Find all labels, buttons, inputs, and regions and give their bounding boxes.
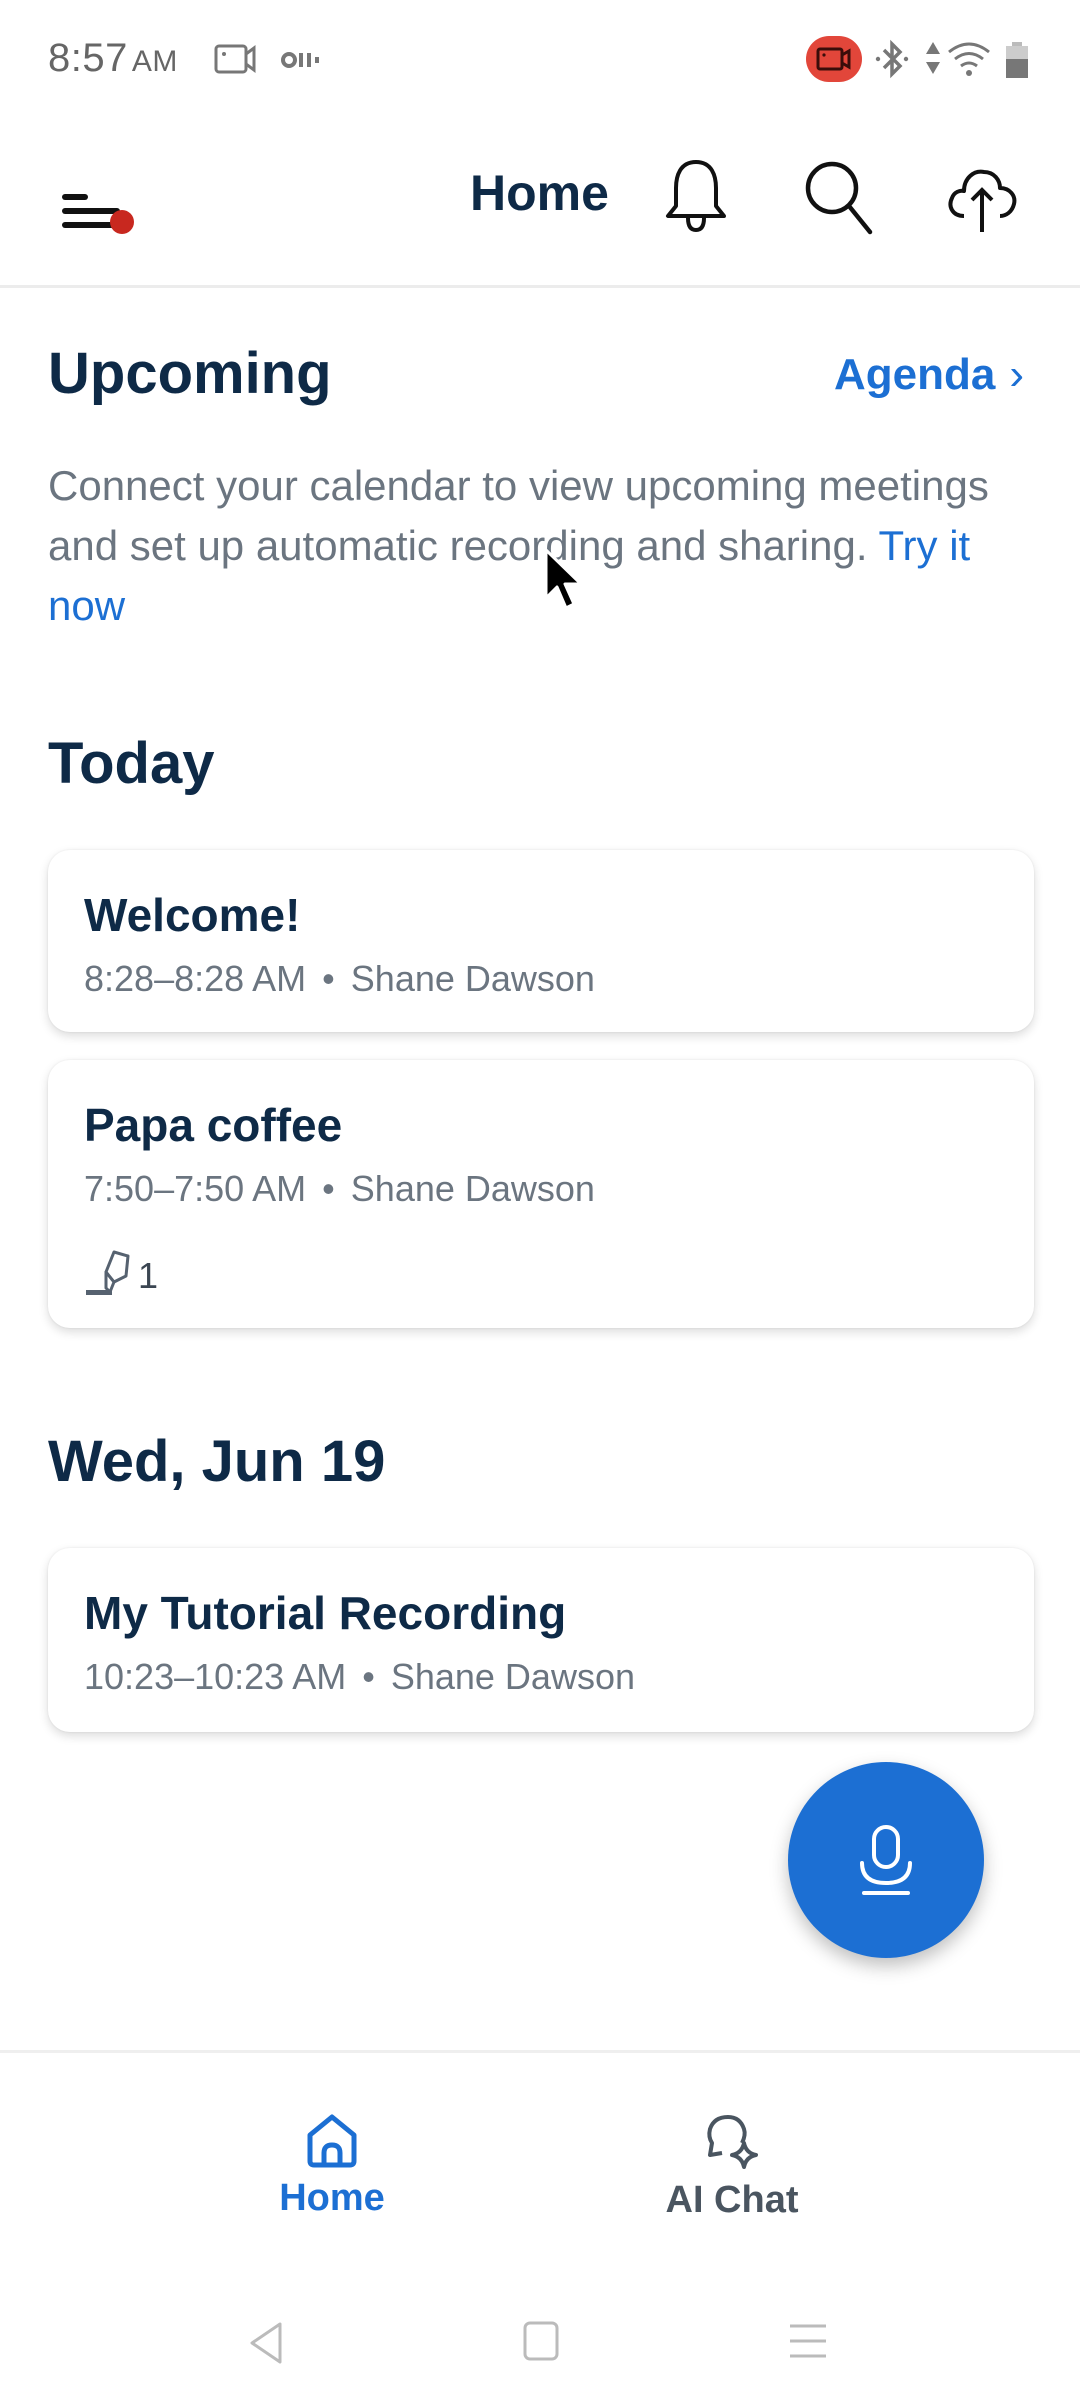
nav-home-label: Home [279, 2177, 385, 2219]
notifications-button[interactable] [658, 154, 734, 236]
home-square-icon[interactable] [522, 2320, 560, 2362]
recents-menu-icon[interactable] [788, 2320, 828, 2362]
status-time-value: 8:57 [48, 36, 128, 80]
recording-time: 10:23–10:23 AM [84, 1656, 347, 1697]
bottom-nav: Home AI Chat [0, 2050, 1080, 2250]
cloud-upload-icon [948, 169, 1017, 232]
battery-icon [1006, 42, 1028, 78]
wifi-icon [948, 42, 990, 76]
menu-button[interactable] [58, 170, 138, 250]
recording-time: 8:28–8:28 AM [84, 958, 307, 999]
status-bar: 8:57 AM [0, 0, 1080, 120]
highlighter-icon [86, 1250, 130, 1295]
meta-separator: • [362, 1656, 375, 1697]
recording-owner: Shane Dawson [390, 1656, 635, 1697]
chevron-right-icon: › [1009, 350, 1024, 399]
active-recording-pill-icon[interactable] [806, 36, 862, 82]
group-heading-today: Today [48, 731, 215, 796]
highlights-count-value: 1 [138, 1255, 159, 1296]
record-button[interactable] [788, 1762, 984, 1958]
recording-title: My Tutorial Recording [84, 1587, 567, 1639]
mouse-cursor-icon [544, 548, 583, 610]
page-title: Home [470, 165, 609, 221]
recording-card[interactable]: Papa coffee 7:50–7:50 AM • Shane Dawson 1 [48, 1060, 1034, 1328]
status-time: 8:57 AM [48, 36, 178, 81]
recording-meta: 8:28–8:28 AM • Shane Dawson [84, 958, 595, 1000]
search-icon [805, 161, 873, 235]
recording-card[interactable]: Welcome! 8:28–8:28 AM • Shane Dawson [48, 850, 1034, 1032]
home-icon [307, 2114, 357, 2168]
upload-button[interactable] [944, 154, 1020, 236]
recording-meta: 7:50–7:50 AM • Shane Dawson [84, 1168, 595, 1210]
upcoming-heading: Upcoming [48, 341, 332, 406]
screen-record-icon [214, 44, 256, 74]
app-header: Home [0, 120, 1080, 288]
nav-ai-chat-label: AI Chat [665, 2179, 799, 2221]
status-time-ampm: AM [131, 45, 178, 78]
notification-dot [110, 210, 134, 234]
microphone-icon [860, 1825, 912, 1895]
group-heading-date: Wed, Jun 19 [48, 1429, 386, 1494]
recording-card[interactable]: My Tutorial Recording 10:23–10:23 AM • Sha… [48, 1548, 1034, 1732]
search-button[interactable] [800, 154, 876, 236]
recording-indicator-icon [281, 52, 319, 68]
recording-title: Welcome! [84, 889, 301, 941]
bluetooth-icon [875, 39, 909, 79]
data-arrows-icon [926, 42, 940, 74]
agenda-link-label: Agenda [833, 350, 996, 399]
nav-ai-chat-tab[interactable]: AI Chat [622, 2113, 842, 2243]
highlights-count: 1 [84, 1248, 158, 1296]
upcoming-description: Connect your calendar to view upcoming m… [48, 456, 1008, 636]
ai-chat-icon [707, 2115, 758, 2169]
back-icon[interactable] [246, 2320, 286, 2366]
bell-icon [666, 160, 726, 233]
recording-meta: 10:23–10:23 AM • Shane Dawson [84, 1656, 635, 1698]
upcoming-description-text: Connect your calendar to view upcoming m… [48, 462, 989, 569]
recording-owner: Shane Dawson [350, 958, 595, 999]
recording-time: 7:50–7:50 AM [84, 1168, 307, 1209]
recording-owner: Shane Dawson [350, 1168, 595, 1209]
system-nav-bar [0, 2300, 1080, 2400]
agenda-link[interactable]: Agenda › [834, 350, 1024, 400]
meta-separator: • [322, 958, 335, 999]
meta-separator: • [322, 1168, 335, 1209]
recording-title: Papa coffee [84, 1099, 343, 1151]
nav-home-tab[interactable]: Home [222, 2113, 442, 2243]
